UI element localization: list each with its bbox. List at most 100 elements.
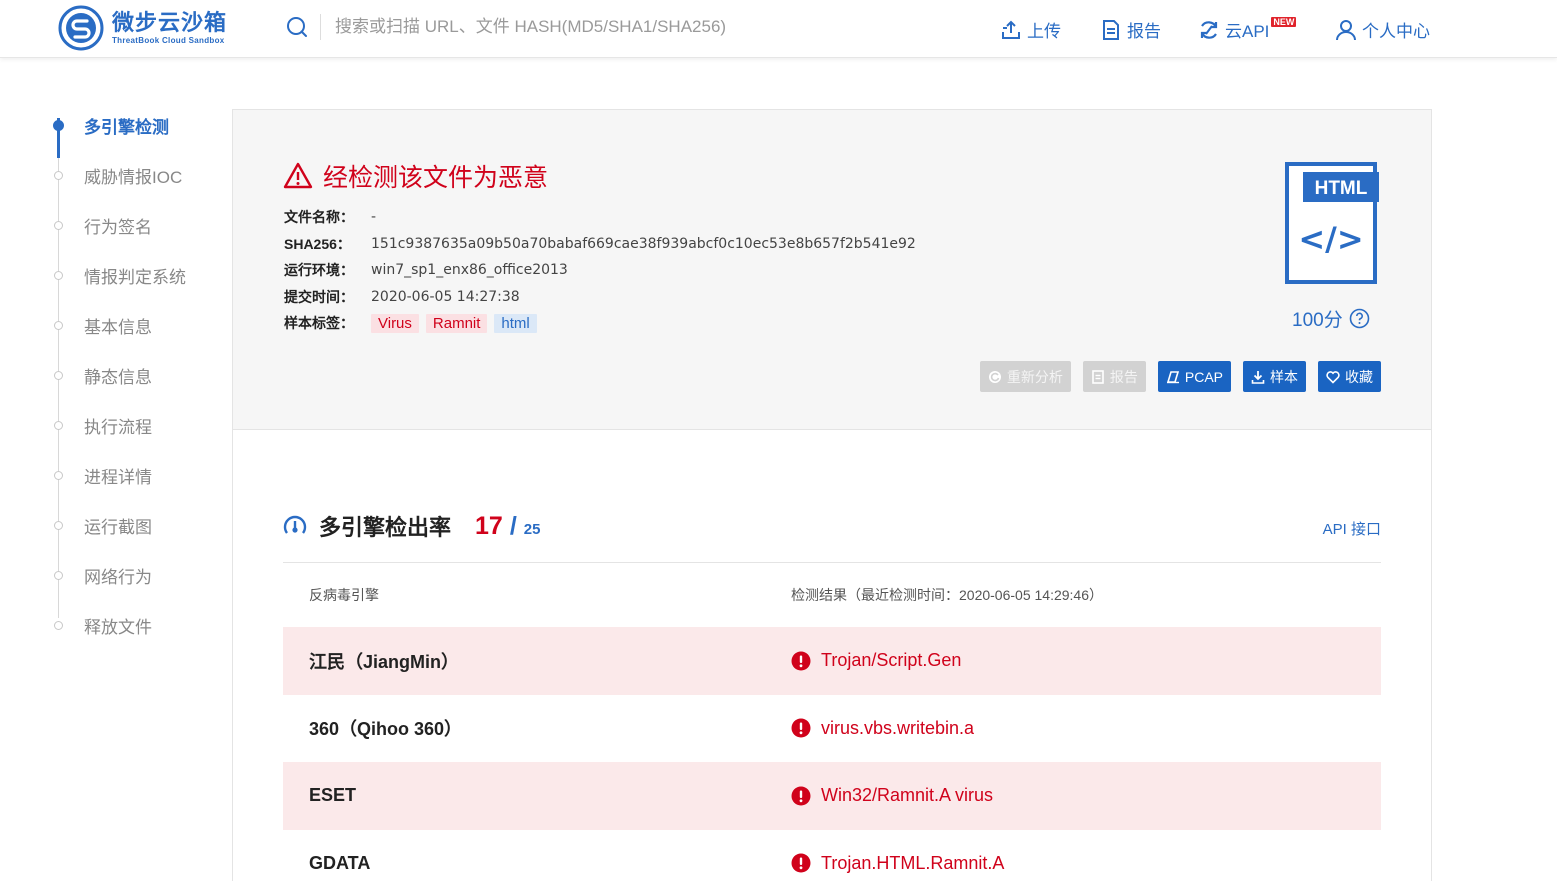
side-item-static-info[interactable]: 静态信息: [50, 350, 220, 400]
col-result-header: 检测结果（最近检测时间：2020-06-05 14:29:46）: [791, 587, 1103, 603]
meta-key: SHA256：: [284, 235, 351, 252]
logo-title: 微步云沙箱: [112, 10, 228, 35]
warning-icon: [283, 162, 313, 189]
tag-list: Virus Ramnit html: [371, 313, 537, 333]
logo-icon: [58, 5, 104, 51]
alert-icon: [791, 853, 811, 873]
side-item-execution-flow[interactable]: 执行流程: [50, 400, 220, 450]
report-icon: [1103, 19, 1119, 40]
meta-row-filename: 文件名称： -: [284, 204, 916, 231]
result-text: Trojan.HTML.Ramnit.A: [821, 852, 1005, 873]
side-item-basic-info[interactable]: 基本信息: [50, 300, 220, 350]
help-icon[interactable]: [1349, 308, 1370, 329]
file-type-label: HTML: [1315, 178, 1368, 199]
side-item-process-details[interactable]: 进程详情: [50, 450, 220, 500]
side-item-signatures[interactable]: 行为签名: [50, 200, 220, 250]
side-item-label: 情报判定系统: [84, 267, 186, 287]
tag-virus[interactable]: Virus: [371, 313, 419, 333]
engine-name: ESET: [309, 785, 357, 806]
logo[interactable]: 微步云沙箱 ThreatBook Cloud Sandbox: [58, 5, 227, 51]
side-dot: [54, 620, 63, 630]
submit-time-value: 2020-06-05 14:27:38: [371, 288, 520, 305]
side-dot: [53, 119, 64, 131]
side-item-label: 基本信息: [84, 317, 152, 337]
file-meta: 文件名称： - SHA256： 151c9387635a09b50a70baba…: [284, 204, 916, 337]
engine-name: 江民（JiangMin）: [309, 651, 460, 672]
nav-cloud-api[interactable]: 云API NEW: [1198, 16, 1297, 42]
meta-key: 样本标签：: [284, 315, 354, 332]
api-refresh-icon: [1200, 20, 1218, 39]
nav-upload-label: 上传: [1027, 22, 1061, 41]
side-item-label: 进程详情: [84, 467, 152, 487]
document-icon: [1092, 369, 1104, 384]
report-button[interactable]: 报告: [1082, 361, 1146, 392]
side-dot: [54, 470, 63, 480]
top-header: 微步云沙箱 ThreatBook Cloud Sandbox 上传 报告: [0, 0, 1557, 58]
alert-icon: [791, 651, 811, 671]
detection-hits: 17: [475, 511, 503, 540]
table-row: GDATA Trojan.HTML.Ramnit.A: [283, 830, 1381, 881]
tag-html[interactable]: html: [494, 313, 537, 333]
pcap-button[interactable]: PCAP: [1157, 361, 1231, 392]
search-divider: [320, 14, 321, 40]
side-dot: [54, 320, 63, 330]
side-dot: [54, 170, 63, 180]
result-text: Trojan/Script.Gen: [821, 650, 962, 671]
search-icon[interactable]: [286, 16, 308, 38]
api-link[interactable]: API 接口: [1323, 518, 1381, 539]
env-value: win7_sp1_enx86_office2013: [371, 262, 568, 279]
detection-rate: 17 / 25: [475, 512, 540, 541]
table-row: 江民（JiangMin） Trojan/Script.Gen: [283, 627, 1381, 695]
engine-name: 360（Qihoo 360）: [309, 719, 463, 740]
meta-key: 提交时间：: [284, 288, 354, 305]
detection-separator: /: [509, 511, 517, 540]
side-item-ioc[interactable]: 威胁情报IOC: [50, 150, 220, 200]
side-item-intel-system[interactable]: 情报判定系统: [50, 250, 220, 300]
side-item-label: 威胁情报IOC: [84, 167, 183, 187]
detection-header: 多引擎检出率 17 / 25: [283, 510, 540, 542]
nav-user-center[interactable]: 个人中心: [1335, 17, 1430, 42]
summary-card: 经检测该文件为恶意 文件名称： - SHA256： 151c9387635a09…: [233, 110, 1431, 430]
svg-text:</>: </>: [1298, 220, 1363, 258]
upload-icon: [1002, 20, 1020, 39]
side-item-dropped-files[interactable]: 释放文件: [50, 600, 220, 650]
side-item-screenshots[interactable]: 运行截图: [50, 500, 220, 550]
nav-user-center-label: 个人中心: [1362, 22, 1430, 41]
side-dot: [54, 270, 63, 280]
engine-result: Win32/Ramnit.A virus: [791, 785, 1381, 806]
search-input[interactable]: [335, 17, 855, 37]
tag-ramnit[interactable]: Ramnit: [425, 313, 488, 333]
threat-score: 100分: [1292, 305, 1370, 332]
engine-name: GDATA: [309, 852, 371, 873]
result-text: virus.vbs.writebin.a: [821, 717, 975, 738]
file-name-value: -: [371, 209, 377, 226]
reanalyze-button[interactable]: 重新分析: [979, 361, 1071, 392]
edit-icon: [1166, 370, 1179, 383]
side-dot: [54, 220, 63, 230]
nav-upload[interactable]: 上传: [1000, 17, 1061, 42]
side-item-label: 执行流程: [84, 417, 152, 437]
meta-key: 运行环境：: [284, 262, 354, 279]
refresh-icon: [988, 370, 1001, 383]
side-item-multi-engine[interactable]: 多引擎检测: [50, 100, 220, 150]
side-item-network[interactable]: 网络行为: [50, 550, 220, 600]
pcap-label: PCAP: [1184, 368, 1223, 385]
side-item-label: 静态信息: [84, 367, 152, 387]
sample-download-button[interactable]: 样本: [1243, 361, 1306, 392]
side-item-label: 多引擎检测: [84, 117, 169, 137]
favorite-label: 收藏: [1345, 368, 1373, 385]
alert-icon: [791, 786, 811, 806]
nav-report[interactable]: 报告: [1100, 17, 1161, 42]
gauge-icon: [283, 515, 307, 534]
user-icon: [1336, 19, 1356, 40]
favorite-button[interactable]: 收藏: [1318, 361, 1381, 392]
heart-icon: [1326, 370, 1340, 384]
nav-report-label: 报告: [1127, 22, 1161, 41]
side-dot: [54, 520, 63, 530]
side-item-label: 运行截图: [84, 517, 152, 537]
download-icon: [1251, 370, 1265, 384]
side-item-label: 行为签名: [84, 217, 152, 237]
side-dot: [54, 570, 63, 580]
side-dot: [54, 370, 63, 380]
action-buttons: 重新分析 报告 PCAP 样本 收藏: [979, 361, 1381, 392]
